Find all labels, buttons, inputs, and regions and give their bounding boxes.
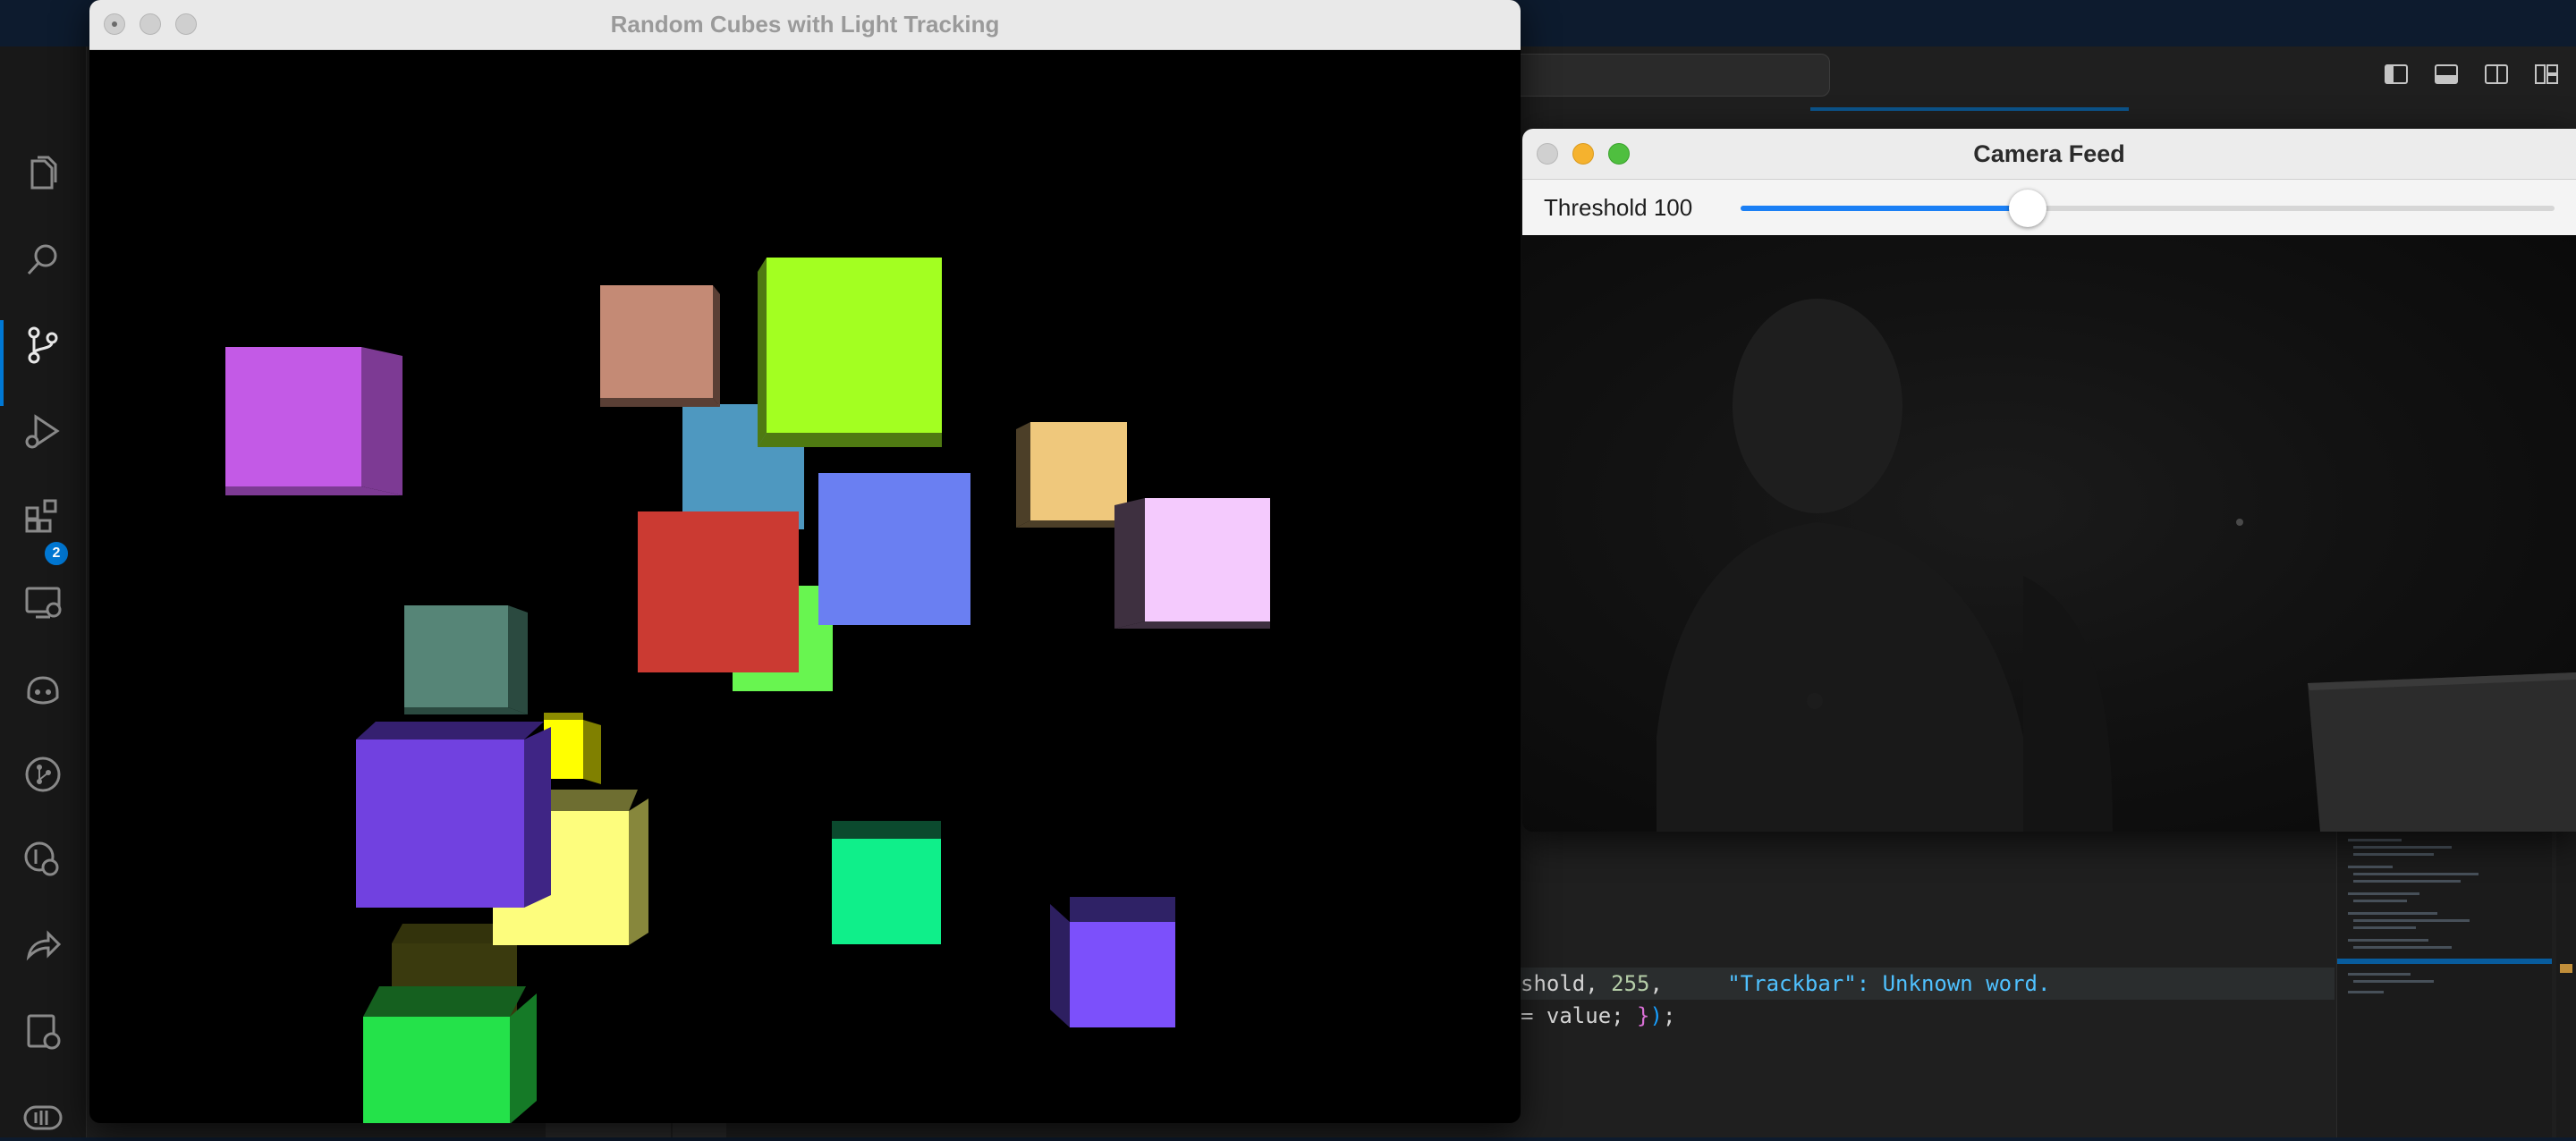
active-view-indicator	[0, 320, 4, 406]
minimap[interactable]	[2336, 830, 2552, 1137]
layout-controls	[2383, 61, 2560, 88]
run-debug-icon[interactable]	[20, 408, 66, 454]
explorer-icon[interactable]	[20, 150, 66, 197]
source-control-icon[interactable]	[20, 322, 66, 368]
cubes-titlebar[interactable]: Random Cubes with Light Tracking	[89, 0, 1521, 50]
cube-magenta	[225, 347, 402, 495]
threshold-slider[interactable]	[1741, 190, 2555, 227]
live-share-icon[interactable]	[20, 923, 66, 969]
git-lens-icon[interactable]	[20, 837, 66, 883]
code-line-2: = value; });	[1521, 1003, 1676, 1028]
camera-titlebar[interactable]: Camera Feed	[1522, 129, 2576, 180]
git-graph-icon[interactable]	[20, 751, 66, 798]
cubes-window[interactable]: Random Cubes with Light Tracking	[89, 0, 1521, 1123]
search-icon[interactable]	[20, 236, 66, 283]
editor-scrollbar[interactable]	[2556, 830, 2576, 1137]
toggle-panel-icon[interactable]	[2433, 61, 2460, 88]
cube-yellow	[544, 713, 601, 784]
cube-cornflower	[818, 473, 970, 625]
toggle-primary-sidebar-icon[interactable]	[2383, 61, 2410, 88]
accounts-icon[interactable]	[20, 1095, 66, 1141]
cube-peach	[1016, 422, 1127, 528]
copilot-icon[interactable]	[20, 665, 66, 712]
cubes-window-title: Random Cubes with Light Tracking	[610, 11, 1000, 38]
activity-bar: 2	[0, 46, 87, 1137]
threshold-toolbar: Threshold 100	[1522, 180, 2576, 235]
cube-red	[638, 511, 799, 672]
threshold-slider-fill	[1741, 206, 2028, 211]
panel-tab-stub-2	[673, 1121, 726, 1137]
active-tab-indicator	[1810, 107, 2129, 111]
extensions-icon[interactable]	[20, 494, 66, 540]
camera-window[interactable]: Camera Feed Threshold 100	[1522, 129, 2576, 832]
remote-explorer-icon[interactable]	[20, 579, 66, 626]
toggle-secondary-sidebar-icon[interactable]	[2483, 61, 2510, 88]
command-center-search[interactable]	[1503, 54, 1830, 97]
spelling-diagnostic: "Trackbar": Unknown word.	[1727, 971, 2051, 996]
threshold-label: Threshold 100	[1544, 194, 1693, 221]
camera-feed	[1522, 236, 2576, 832]
cube-scene-canvas[interactable]	[89, 49, 1521, 1123]
camera-window-title: Camera Feed	[1973, 140, 2125, 167]
customize-layout-icon[interactable]	[2533, 61, 2560, 88]
code-line-1: shold, 255, "Trackbar": Unknown word.	[1521, 968, 2334, 1000]
cube-spring-green	[832, 821, 941, 944]
settings-sync-icon[interactable]	[20, 1009, 66, 1055]
cube-violet	[356, 722, 551, 908]
threshold-slider-thumb[interactable]	[2009, 190, 2046, 227]
cube-lime	[758, 258, 942, 447]
panel-tab-stub	[546, 1121, 671, 1137]
cube-tan	[600, 285, 720, 407]
cube-purple	[1050, 897, 1175, 1027]
cube-sage	[404, 605, 528, 714]
extensions-badge: 2	[43, 540, 70, 567]
cube-green	[363, 986, 537, 1123]
cube-pink	[1114, 498, 1270, 629]
editor-code[interactable]: shold, 255, "Trackbar": Unknown word. = …	[1521, 957, 2334, 1137]
